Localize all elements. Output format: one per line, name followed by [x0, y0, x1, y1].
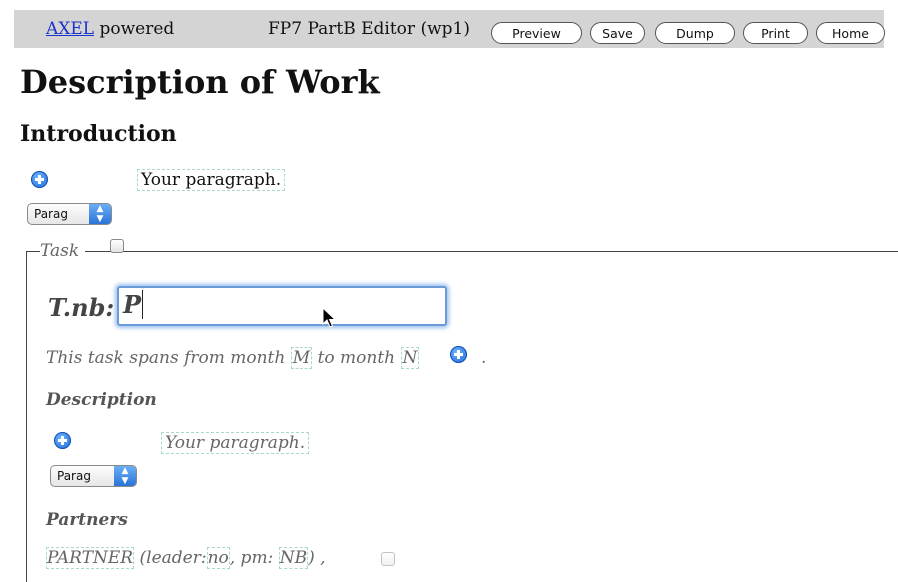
intro-paragraph[interactable]: Your paragraph.	[137, 169, 286, 191]
pm-value-field[interactable]: NB	[278, 547, 309, 569]
task-toggle-checkbox[interactable]	[110, 239, 124, 253]
task-number-value: P	[123, 290, 142, 319]
task-legend: Task	[40, 241, 86, 261]
start-month-field[interactable]: M	[290, 347, 313, 369]
dump-button[interactable]: Dump	[655, 22, 735, 44]
span-prefix: This task spans from month	[46, 348, 286, 368]
description-paragraph-type-select[interactable]: Parag ▲ ▼	[50, 465, 137, 487]
description-heading: Description	[46, 390, 157, 410]
end-month-field[interactable]: N	[400, 347, 420, 369]
page-title: Description of Work	[20, 63, 380, 101]
pm-prefix: , pm:	[229, 548, 274, 568]
span-mid: to month	[317, 348, 396, 368]
powered-label: powered	[99, 19, 175, 39]
mouse-cursor-icon	[322, 307, 337, 328]
task-span-line: This task spans from month M to month N	[46, 347, 420, 369]
leader-value-field[interactable]: no	[206, 547, 230, 569]
powered-by: AXEL powered	[46, 19, 174, 39]
span-end: .	[481, 348, 487, 368]
description-select-value: Parag	[57, 469, 91, 483]
description-paragraph[interactable]: Your paragraph.	[161, 432, 310, 454]
partner-entry: PARTNER (leader:no, pm: NB) ,	[46, 547, 326, 569]
partner-checkbox[interactable]	[381, 552, 395, 566]
add-description-paragraph-icon[interactable]	[54, 432, 71, 449]
axel-link[interactable]: AXEL	[46, 19, 94, 39]
task-number-label: T.nb:	[48, 293, 115, 322]
add-month-range-icon[interactable]	[450, 346, 467, 363]
partner-suffix: ) ,	[308, 548, 326, 568]
preview-button[interactable]: Preview	[491, 22, 582, 44]
section-heading-introduction: Introduction	[20, 121, 177, 147]
save-button[interactable]: Save	[590, 22, 645, 44]
task-number-input[interactable]: P	[117, 286, 447, 326]
partners-heading: Partners	[46, 510, 128, 530]
leader-prefix: (leader:	[139, 548, 207, 568]
select-arrows-icon: ▲ ▼	[89, 204, 111, 224]
partner-name-field[interactable]: PARTNER	[46, 547, 135, 569]
home-button[interactable]: Home	[816, 22, 885, 44]
print-button[interactable]: Print	[743, 22, 808, 44]
intro-select-value: Parag	[34, 207, 68, 221]
intro-paragraph-type-select[interactable]: Parag ▲ ▼	[27, 203, 112, 225]
add-paragraph-icon[interactable]	[31, 171, 48, 188]
select-arrows-icon: ▲ ▼	[114, 466, 136, 486]
editor-title: FP7 PartB Editor (wp1)	[268, 19, 470, 39]
task-legend-label: Task	[40, 241, 80, 261]
